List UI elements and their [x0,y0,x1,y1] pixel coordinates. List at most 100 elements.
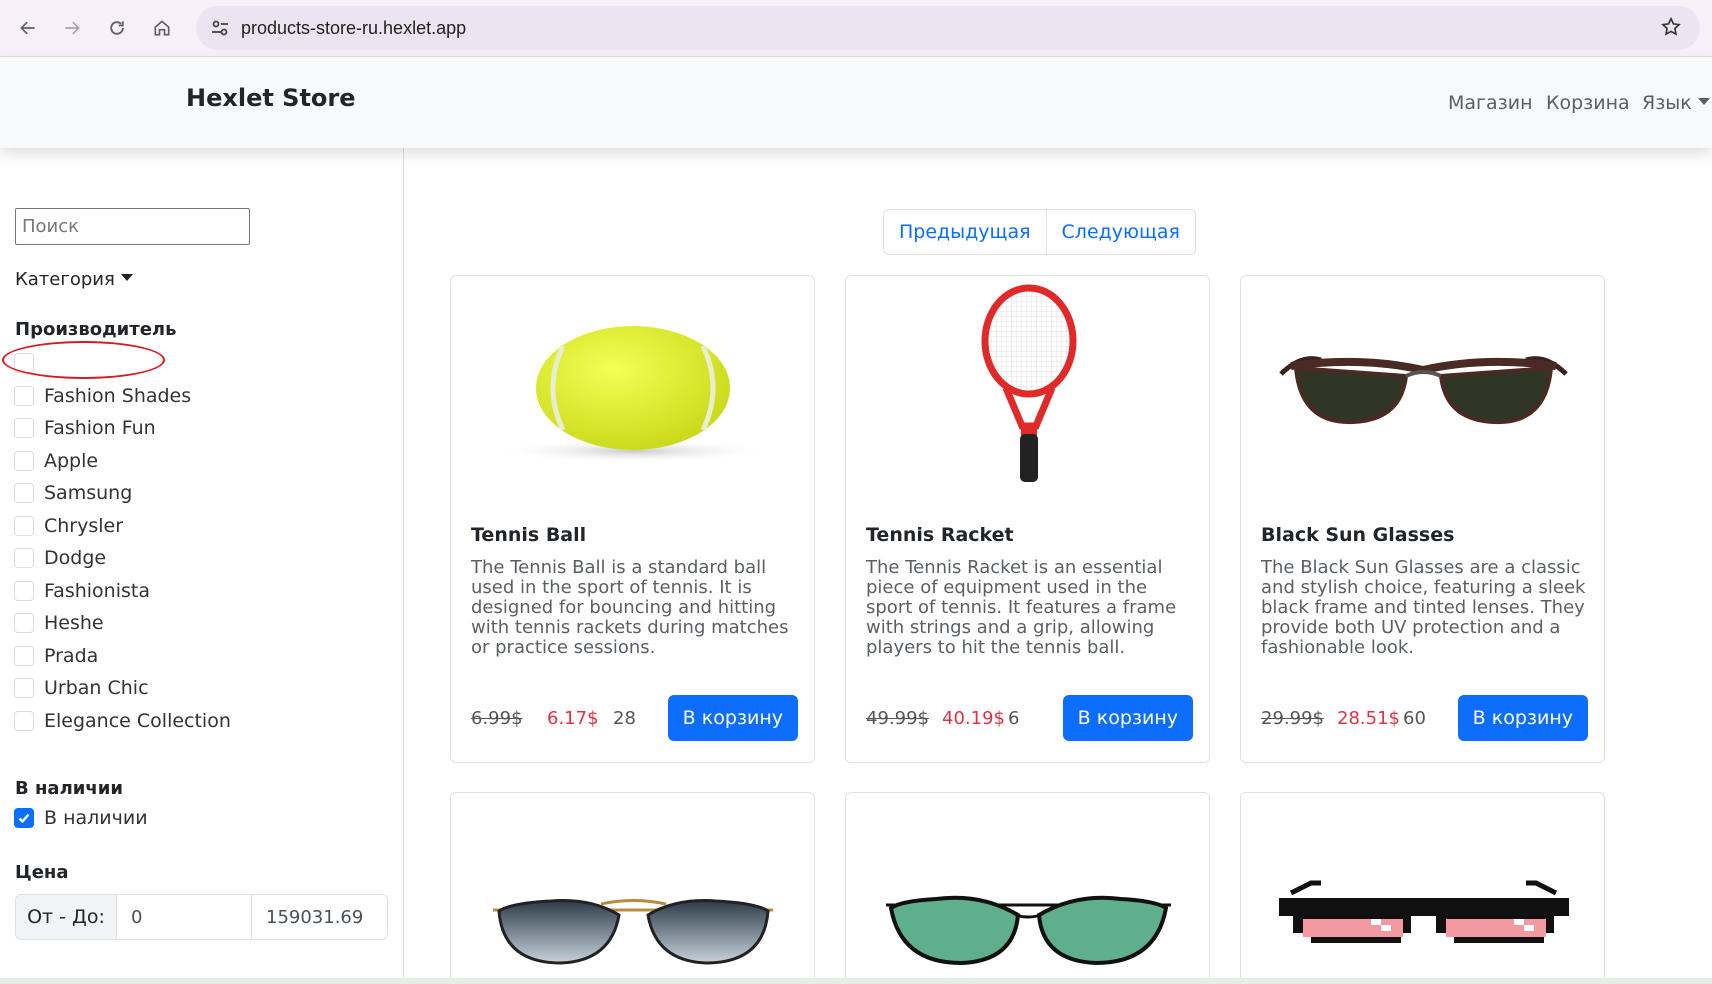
stock-count: 28 [613,707,636,729]
manufacturer-label: Apple [44,449,99,472]
product-footer: 29.99$ 28.51$ 60 В корзину [1261,695,1588,741]
manufacturer-item[interactable]: Fashionista [14,575,374,608]
search-input[interactable] [15,208,250,245]
product-card [845,792,1210,984]
chevron-down-icon [120,274,133,281]
manufacturer-label: Urban Chic [44,677,149,700]
manufacturer-list: Fashion Shades Fashion Fun Apple Samsung Chr… [14,347,374,737]
manufacturer-item[interactable]: Fashion Fun [14,412,374,445]
add-to-cart-button[interactable]: В корзину [1457,695,1588,741]
old-price: 6.99$ [471,707,523,729]
product-card: Tennis Ball The Tennis Ball is a standar… [450,275,815,763]
product-title[interactable]: Tennis Ball [471,524,586,546]
manufacturer-label: Elegance Collection [44,709,231,732]
product-image[interactable] [1241,276,1604,496]
nav-link-shop[interactable]: Магазин [1448,92,1533,114]
add-to-cart-button[interactable]: В корзину [667,695,798,741]
stock-title: В наличии [15,778,123,799]
product-title[interactable]: Black Sun Glasses [1261,524,1454,546]
prev-page-button[interactable]: Предыдущая [884,210,1046,254]
manufacturer-item[interactable]: Chrysler [14,510,374,543]
bookmark-star-icon[interactable] [1660,16,1682,38]
product-image[interactable] [846,276,1209,496]
manufacturer-title: Производитель [15,319,177,340]
highlight-annotation [2,341,165,379]
in-stock-checkbox[interactable] [14,808,34,828]
manufacturer-label: Fashion Shades [44,384,192,407]
price-from-input[interactable] [117,895,252,939]
address-bar[interactable]: products-store-ru.hexlet.app [196,6,1700,50]
add-to-cart-button[interactable]: В корзину [1062,695,1193,741]
manufacturer-item[interactable]: Samsung [14,477,374,510]
product-footer: 49.99$ 40.19$ 6 В корзину [866,695,1193,741]
product-card: Tennis Racket The Tennis Racket is an es… [845,275,1210,763]
product-title[interactable]: Tennis Racket [866,524,1014,546]
manufacturer-item[interactable]: Fashion Shades [14,380,374,413]
manufacturer-label: Fashion Fun [44,417,156,440]
manufacturer-label: Chrysler [44,514,124,537]
product-card [450,792,815,984]
manufacturer-label: Prada [44,644,99,667]
chevron-down-icon [1697,98,1710,105]
url-text[interactable]: products-store-ru.hexlet.app [241,18,466,39]
product-image[interactable] [451,276,814,496]
product-card: Black Sun Glasses The Black Sun Glasses … [1240,275,1605,763]
manufacturer-checkbox[interactable] [14,710,34,731]
in-stock-label: В наличии [44,807,148,829]
product-description: The Black Sun Glasses are a classic and … [1261,557,1586,658]
manufacturer-checkbox[interactable] [14,450,34,471]
browser-toolbar: products-store-ru.hexlet.app [0,0,1712,57]
product-footer: 6.99$ 6.17$ 28 В корзину [471,695,798,741]
pagination: Предыдущая Следующая [883,209,1196,255]
product-image[interactable] [1241,793,1604,984]
site-navbar: Hexlet Store Магазин Корзина Язык [0,57,1712,148]
manufacturer-item[interactable]: Dodge [14,542,374,575]
next-page-button[interactable]: Следующая [1045,210,1195,254]
category-label: Категория [15,269,115,290]
home-icon[interactable] [145,11,179,45]
manufacturer-label: Fashionista [44,579,150,602]
manufacturer-label: Samsung [44,482,133,505]
manufacturer-label: Dodge [44,547,107,570]
brand-logo[interactable]: Hexlet Store [186,84,356,112]
manufacturer-checkbox[interactable] [14,483,34,504]
manufacturer-checkbox[interactable] [14,645,34,666]
manufacturer-checkbox[interactable] [14,678,34,699]
sale-price: 40.19$ [942,707,1005,729]
category-dropdown[interactable]: Категория [15,269,133,290]
site-settings-icon[interactable] [210,18,230,38]
manufacturer-checkbox[interactable] [14,613,34,634]
in-stock-filter[interactable]: В наличии [14,807,148,829]
product-description: The Tennis Ball is a standard ball used … [471,557,789,658]
manufacturer-item[interactable]: Apple [14,445,374,478]
manufacturer-item[interactable]: Prada [14,640,374,673]
nav-link-cart[interactable]: Корзина [1546,92,1630,114]
forward-icon[interactable] [55,11,89,45]
product-image[interactable] [846,793,1209,984]
language-label: Язык [1642,92,1692,114]
product-description: The Tennis Racket is an essential piece … [866,557,1177,658]
product-image[interactable] [451,793,814,984]
manufacturer-checkbox[interactable] [14,580,34,601]
filter-sidebar: Категория Производитель Fashion ShadesFa… [0,148,404,984]
manufacturer-item[interactable]: Elegance Collection [14,705,374,738]
back-icon[interactable] [11,11,45,45]
old-price: 49.99$ [866,707,929,729]
stock-count: 60 [1403,707,1426,729]
manufacturer-item[interactable]: Heshe [14,607,374,640]
price-to-input[interactable] [252,895,387,939]
nav-link-language[interactable]: Язык [1642,92,1710,114]
old-price: 29.99$ [1261,707,1324,729]
bottom-strip [0,978,1712,984]
manufacturer-checkbox[interactable] [14,385,34,406]
reload-icon[interactable] [100,11,134,45]
manufacturer-checkbox[interactable] [14,418,34,439]
manufacturer-checkbox[interactable] [14,548,34,569]
price-range: От - До: [15,894,388,940]
price-range-label: От - До: [16,895,117,939]
price-title: Цена [15,862,69,883]
manufacturer-item[interactable]: Urban Chic [14,672,374,705]
sale-price: 6.17$ [547,707,599,729]
manufacturer-checkbox[interactable] [14,515,34,536]
stock-count: 6 [1008,707,1020,729]
